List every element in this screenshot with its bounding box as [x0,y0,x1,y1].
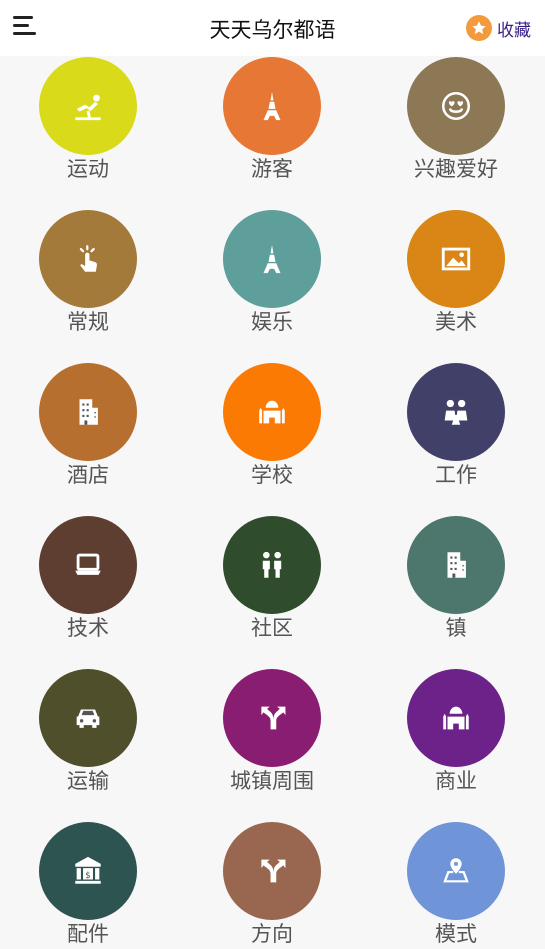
category-label: 城镇周围 [230,769,314,793]
category-item[interactable]: 运动 [0,56,179,209]
category-circle [223,669,321,767]
tap-hand-icon [79,245,97,272]
people-meeting-icon [444,399,468,425]
category-item[interactable]: 游客 [181,56,363,209]
category-circle [407,210,505,308]
category-label: 工作 [435,463,477,487]
building-icon [447,552,466,578]
app-title: 天天乌尔都语 [209,18,336,42]
sport-icon [75,94,101,121]
palace-icon [443,706,469,730]
category-grid: 运动 游客 兴趣爱好常规 娱乐 美术酒店 学校 工作技术 社区 镇运输 城镇周围 商业 $ 配件 方向 模式 [0,56,545,949]
heart-eyes-emoji-icon [441,91,471,121]
category-label: 模式 [435,922,477,946]
category-label: 美术 [435,310,477,334]
category-circle [39,669,137,767]
category-item[interactable]: 商业 [365,668,545,821]
category-circle [39,363,137,461]
category-circle [223,363,321,461]
category-circle [407,363,505,461]
category-circle [39,57,137,155]
category-label: 技术 [67,616,109,640]
category-circle [407,822,505,920]
people-icon [262,551,282,578]
category-item[interactable]: 美术 [365,209,545,362]
car-icon [76,709,100,728]
category-label: 商业 [435,769,477,793]
category-label: 酒店 [67,463,109,487]
category-circle [407,57,505,155]
category-item[interactable]: 酒店 [0,362,179,515]
category-circle [223,516,321,614]
category-label: 运动 [67,157,109,181]
category-circle [223,57,321,155]
category-item[interactable]: 模式 [365,821,545,949]
category-label: 方向 [251,922,293,946]
building-icon [79,399,98,425]
category-item[interactable]: 运输 [0,668,179,821]
bank-icon: $ [75,856,101,884]
category-circle [39,210,137,308]
favorites-button[interactable]: 收藏 [466,14,531,42]
split-arrows-icon [261,859,286,883]
category-label: 娱乐 [251,310,293,334]
category-circle [223,822,321,920]
picture-icon [441,247,471,271]
category-label: 游客 [251,157,293,181]
category-item[interactable]: 技术 [0,515,179,668]
category-item[interactable]: 学校 [181,362,363,515]
eiffel-tower-icon [263,91,281,121]
category-item[interactable]: 方向 [181,821,363,949]
category-circle [39,516,137,614]
category-circle [407,669,505,767]
category-circle [407,516,505,614]
star-icon [466,15,492,41]
category-label: 配件 [67,922,109,946]
category-item[interactable]: $ 配件 [0,821,179,949]
category-item[interactable]: 常规 [0,209,179,362]
category-item[interactable]: 兴趣爱好 [365,56,545,209]
palace-icon [259,400,285,424]
favorites-label: 收藏 [497,20,531,41]
split-arrows-icon [261,706,286,730]
category-item[interactable]: 工作 [365,362,545,515]
category-label: 社区 [251,616,293,640]
category-circle: $ [39,822,137,920]
category-item[interactable]: 社区 [181,515,363,668]
svg-text:$: $ [85,871,90,881]
category-label: 运输 [67,769,109,793]
map-pin-icon [443,858,469,883]
category-label: 镇 [445,616,467,640]
category-circle [223,210,321,308]
category-item[interactable]: 镇 [365,515,545,668]
laptop-icon [75,553,101,575]
eiffel-tower-icon [263,244,281,274]
category-item[interactable]: 城镇周围 [181,668,363,821]
category-label: 常规 [67,310,109,334]
top-bar: 天天乌尔都语 收藏 [0,0,545,56]
category-label: 兴趣爱好 [414,157,498,181]
category-label: 学校 [251,463,293,487]
category-item[interactable]: 娱乐 [181,209,363,362]
